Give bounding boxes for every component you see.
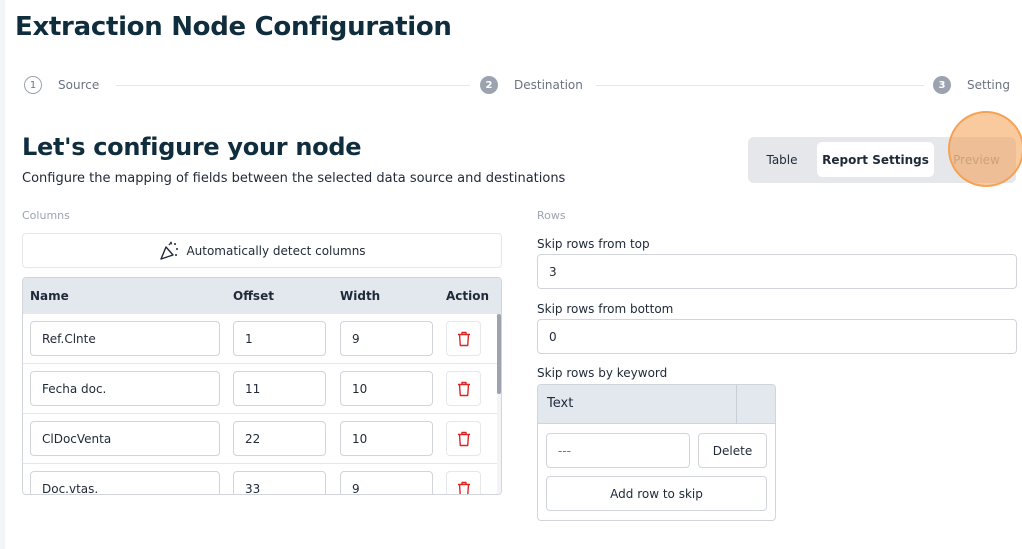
delete-row-button[interactable] bbox=[446, 421, 481, 456]
step-label: Source bbox=[58, 78, 100, 92]
column-name-input[interactable]: ClDocVenta bbox=[30, 421, 220, 456]
skip-top-label: Skip rows from top bbox=[537, 237, 650, 251]
trash-icon bbox=[457, 481, 470, 494]
keyword-header-text: Text bbox=[547, 396, 574, 411]
table-row: Doc.vtas. 33 9 bbox=[23, 464, 497, 494]
keyword-table: Text --- Delete Add row to skip bbox=[537, 384, 776, 521]
column-width-input[interactable]: 9 bbox=[340, 471, 433, 494]
header-name: Name bbox=[30, 289, 69, 303]
trash-icon bbox=[457, 431, 470, 446]
view-tabs: Table Report Settings Preview bbox=[748, 137, 1016, 183]
skip-bottom-input[interactable]: 0 bbox=[537, 319, 1017, 354]
section-subheading: Configure the mapping of fields between … bbox=[22, 171, 566, 186]
step-label: Destination bbox=[514, 78, 583, 92]
stepper: 1 Source 2 Destination 3 Setting bbox=[24, 76, 1014, 94]
step-number: 2 bbox=[480, 76, 498, 94]
delete-row-button[interactable] bbox=[446, 371, 481, 406]
delete-row-button[interactable] bbox=[446, 321, 481, 356]
column-offset-input[interactable]: 33 bbox=[233, 471, 326, 494]
step-setting[interactable]: 3 Setting bbox=[933, 76, 1010, 94]
table-header: Name Offset Width Action bbox=[23, 278, 501, 314]
column-width-input[interactable]: 9 bbox=[340, 321, 433, 356]
step-connector bbox=[596, 85, 924, 86]
step-connector bbox=[116, 85, 470, 86]
table-scrollbar-thumb[interactable] bbox=[497, 314, 501, 394]
column-width-input[interactable]: 10 bbox=[340, 371, 433, 406]
page-title: Extraction Node Configuration bbox=[15, 12, 452, 42]
keyword-table-header: Text bbox=[538, 385, 775, 424]
step-destination[interactable]: 2 Destination bbox=[480, 76, 583, 94]
delete-row-button[interactable] bbox=[446, 471, 481, 494]
step-number: 3 bbox=[933, 76, 951, 94]
header-divider bbox=[736, 385, 737, 424]
column-offset-input[interactable]: 11 bbox=[233, 371, 326, 406]
skip-top-input[interactable]: 3 bbox=[537, 254, 1017, 289]
party-popper-icon bbox=[160, 241, 179, 260]
header-action: Action bbox=[446, 289, 490, 303]
column-name-input[interactable]: Doc.vtas. bbox=[30, 471, 220, 494]
delete-keyword-button[interactable]: Delete bbox=[698, 433, 767, 468]
step-number: 1 bbox=[24, 76, 42, 94]
column-name-input[interactable]: Ref.Clnte bbox=[30, 321, 220, 356]
header-offset: Offset bbox=[233, 289, 274, 303]
columns-table: Name Offset Width Action Ref.Clnte 1 9 F… bbox=[22, 277, 502, 495]
table-row: ClDocVenta 22 10 bbox=[23, 414, 497, 464]
columns-section-label: Columns bbox=[22, 209, 70, 222]
column-width-input[interactable]: 10 bbox=[340, 421, 433, 456]
trash-icon bbox=[457, 331, 470, 346]
table-row: Ref.Clnte 1 9 bbox=[23, 314, 497, 364]
auto-detect-label: Automatically detect columns bbox=[186, 243, 366, 258]
auto-detect-columns-button[interactable]: Automatically detect columns bbox=[22, 233, 502, 268]
trash-icon bbox=[457, 381, 470, 396]
skip-bottom-label: Skip rows from bottom bbox=[537, 302, 674, 316]
table-row: Fecha doc. 11 10 bbox=[23, 364, 497, 414]
tab-preview[interactable]: Preview bbox=[940, 142, 1013, 177]
skip-keyword-label: Skip rows by keyword bbox=[537, 366, 668, 380]
tab-table[interactable]: Table bbox=[753, 142, 811, 177]
rows-section-label: Rows bbox=[537, 209, 566, 222]
tab-report-settings[interactable]: Report Settings bbox=[817, 142, 934, 177]
step-label: Setting bbox=[967, 78, 1010, 92]
keyword-input[interactable]: --- bbox=[546, 433, 690, 468]
column-name-input[interactable]: Fecha doc. bbox=[30, 371, 220, 406]
header-width: Width bbox=[340, 289, 381, 303]
step-source[interactable]: 1 Source bbox=[24, 76, 99, 94]
add-row-to-skip-button[interactable]: Add row to skip bbox=[546, 476, 767, 511]
column-offset-input[interactable]: 1 bbox=[233, 321, 326, 356]
section-heading: Let's configure your node bbox=[22, 133, 362, 161]
column-offset-input[interactable]: 22 bbox=[233, 421, 326, 456]
left-edge bbox=[0, 0, 5, 549]
